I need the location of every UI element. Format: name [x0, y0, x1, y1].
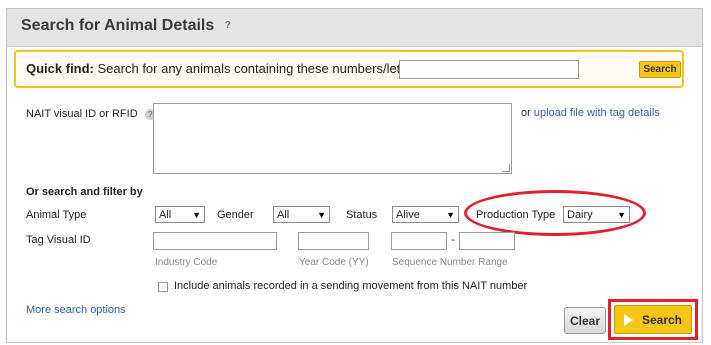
help-icon[interactable]: ?	[225, 20, 231, 31]
sequence-range-hint: Sequence Number Range	[392, 257, 508, 268]
resize-grip-icon[interactable]	[502, 164, 510, 172]
industry-code-hint: Industry Code	[155, 257, 218, 268]
gender-label: Gender	[217, 209, 254, 221]
quick-find-input[interactable]	[399, 60, 579, 79]
more-search-options-link[interactable]: More search options	[26, 304, 126, 316]
search-button[interactable]: Search	[614, 305, 692, 334]
play-icon	[623, 313, 633, 326]
tag-visual-id-label: Tag Visual ID	[26, 234, 91, 246]
chevron-down-icon: ▼	[317, 209, 326, 220]
chevron-down-icon: ▼	[192, 209, 201, 220]
quick-find-label-bold: Quick find:	[26, 61, 94, 76]
nait-label: NAIT visual ID or RFID	[26, 108, 138, 120]
panel-header: Search for Animal Details ?	[7, 9, 702, 47]
chevron-down-icon: ▼	[446, 209, 455, 220]
search-button-label: Search	[641, 312, 683, 327]
status-label: Status	[346, 209, 378, 221]
quick-find-label: Quick find: Search for any animals conta…	[26, 61, 422, 76]
animal-type-select[interactable]: All ▼	[155, 206, 205, 223]
highlight-ellipse	[464, 190, 646, 236]
filter-heading: Or search and filter by	[26, 186, 143, 198]
clear-button[interactable]: Clear	[564, 307, 606, 334]
animal-type-value: All	[159, 208, 172, 221]
quick-find-search-button[interactable]: Search	[639, 61, 681, 78]
nait-label-wrap: NAIT visual ID or RFID ?	[26, 108, 156, 120]
upload-file-link[interactable]: upload file with tag details	[534, 107, 660, 119]
gender-select[interactable]: All ▼	[273, 206, 330, 223]
nait-id-textarea[interactable]	[153, 103, 512, 174]
status-select[interactable]: Alive ▼	[392, 206, 459, 223]
page-title-text: Search for Animal Details	[21, 17, 215, 34]
include-sending-movement-label: Include animals recorded in a sending mo…	[174, 280, 528, 292]
quick-find-box: Quick find: Search for any animals conta…	[14, 50, 684, 88]
upload-text: or upload file with tag details	[521, 107, 660, 119]
gender-value: All	[277, 208, 290, 221]
year-code-hint: Year Code (YY)	[299, 257, 369, 268]
status-value: Alive	[396, 208, 420, 221]
year-code-input[interactable]	[298, 232, 369, 250]
upload-or: or	[521, 107, 531, 119]
animal-type-label: Animal Type	[26, 209, 87, 221]
sequence-end-input[interactable]	[459, 232, 515, 250]
include-sending-movement-checkbox[interactable]	[158, 282, 168, 292]
quick-find-label-text: Search for any animals containing these …	[97, 61, 422, 76]
industry-code-input[interactable]	[153, 232, 277, 250]
range-dash: -	[451, 234, 455, 246]
sequence-start-input[interactable]	[391, 232, 447, 250]
page-title: Search for Animal Details ?	[21, 17, 231, 35]
